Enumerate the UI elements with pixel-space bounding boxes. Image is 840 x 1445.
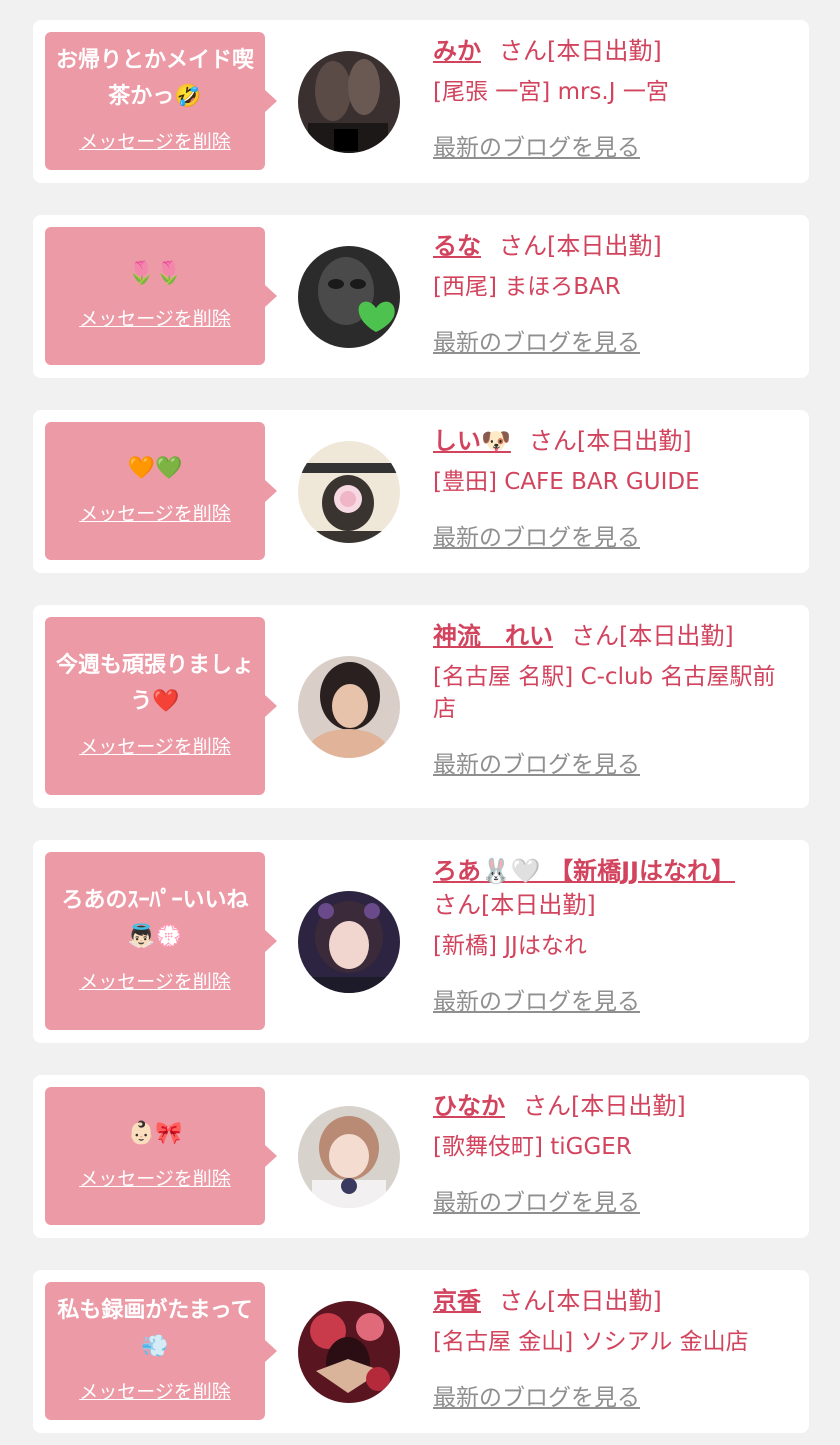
list-item: ろあのｽｰﾊﾟｰいいね👼🏻💮 メッセージを削除 ろあ🐰🤍 【新橋JJはなれ】 さん…	[33, 840, 809, 1043]
attendance-status: さん[本日出勤]	[528, 427, 692, 455]
attendance-status: さん[本日出勤]	[433, 891, 596, 919]
entry-info: 京香 さん[本日出勤] [名古屋 金山] ソシアル 金山店 最新のブログを見る	[433, 1284, 793, 1412]
delete-message-link[interactable]: メッセージを削除	[79, 304, 231, 331]
message-bubble: ろあのｽｰﾊﾟｰいいね👼🏻💮 メッセージを削除	[45, 852, 277, 1030]
list-item: 🌷🌷 メッセージを削除 るな さん[本日出勤] [西尾] まほろBAR 最新のブロ…	[33, 215, 809, 378]
cast-name-link[interactable]: 神流 れい	[433, 622, 553, 650]
message-text: 今週も頑張りましょう❤️	[55, 652, 254, 714]
message-bubble: 今週も頑張りましょう❤️ メッセージを削除	[45, 617, 277, 795]
name-line: ろあ🐰🤍 【新橋JJはなれ】 さん[本日出勤]	[433, 854, 793, 922]
entry-info: しい🐶 さん[本日出勤] [豊田] CAFE BAR GUIDE 最新のブログを見…	[433, 424, 793, 552]
list-item: 👶🏻🎀 メッセージを削除 ひなか さん[本日出勤] [歌舞伎町] tiGGER 最…	[33, 1075, 809, 1238]
message-bubble: 🧡💚 メッセージを削除	[45, 422, 277, 560]
cast-name-link[interactable]: ろあ🐰🤍 【新橋JJはなれ】	[433, 857, 735, 885]
avatar[interactable]	[298, 441, 400, 543]
latest-blog-link[interactable]: 最新のブログを見る	[433, 1183, 640, 1217]
entry-info: ろあ🐰🤍 【新橋JJはなれ】 さん[本日出勤] [新橋] JJはなれ 最新のブログ…	[433, 854, 793, 1016]
latest-blog-link[interactable]: 最新のブログを見る	[433, 745, 640, 779]
avatar-photo-icon	[298, 246, 400, 348]
avatar[interactable]	[298, 246, 400, 348]
latest-blog-link[interactable]: 最新のブログを見る	[433, 1378, 640, 1412]
shop-location: [尾張 一宮] mrs.J 一宮	[433, 79, 669, 105]
avatar-photo-icon	[298, 441, 400, 543]
name-line: みか さん[本日出勤]	[433, 34, 793, 68]
entry-info: 神流 れい さん[本日出勤] [名古屋 名駅] C-club 名古屋駅前店 最新の…	[433, 619, 793, 779]
cast-name-link[interactable]: 京香	[433, 1287, 481, 1315]
avatar-photo-icon	[298, 51, 400, 153]
message-text: 👶🏻🎀	[127, 1120, 183, 1146]
name-line: 神流 れい さん[本日出勤]	[433, 619, 793, 653]
latest-blog-link[interactable]: 最新のブログを見る	[433, 982, 640, 1016]
avatar[interactable]	[298, 51, 400, 153]
delete-message-link[interactable]: メッセージを削除	[79, 732, 231, 759]
message-bubble: 🌷🌷 メッセージを削除	[45, 227, 277, 365]
message-text: ろあのｽｰﾊﾟｰいいね👼🏻💮	[61, 887, 249, 949]
shop-location: [名古屋 名駅] C-club 名古屋駅前店	[433, 664, 776, 722]
name-line: ひなか さん[本日出勤]	[433, 1089, 793, 1123]
delete-message-link[interactable]: メッセージを削除	[79, 1377, 231, 1404]
message-text: お帰りとかメイド喫茶かっ🤣	[55, 47, 254, 109]
avatar[interactable]	[298, 1106, 400, 1208]
message-text: 🌷🌷	[127, 260, 183, 286]
cast-name-link[interactable]: しい🐶	[433, 427, 511, 455]
shop-location: [西尾] まほろBAR	[433, 274, 621, 300]
message-text: 🧡💚	[127, 455, 183, 481]
entry-info: るな さん[本日出勤] [西尾] まほろBAR 最新のブログを見る	[433, 229, 793, 357]
cast-name-link[interactable]: ひなか	[433, 1092, 505, 1120]
avatar-photo-icon	[298, 1301, 400, 1403]
attendance-status: さん[本日出勤]	[499, 232, 662, 260]
attendance-status: さん[本日出勤]	[523, 1092, 686, 1120]
avatar-photo-icon	[298, 891, 400, 993]
latest-blog-link[interactable]: 最新のブログを見る	[433, 518, 640, 552]
cast-name-link[interactable]: みか	[433, 37, 481, 65]
shop-location: [豊田] CAFE BAR GUIDE	[433, 469, 700, 495]
attendance-status: さん[本日出勤]	[499, 1287, 662, 1315]
list-item: 今週も頑張りましょう❤️ メッセージを削除 神流 れい さん[本日出勤] [名古屋…	[33, 605, 809, 808]
list-item: 🧡💚 メッセージを削除 しい🐶 さん[本日出勤] [豊田] CAFE BAR GU…	[33, 410, 809, 573]
shop-location: [新橋] JJはなれ	[433, 933, 587, 959]
entry-info: みか さん[本日出勤] [尾張 一宮] mrs.J 一宮 最新のブログを見る	[433, 34, 793, 162]
message-text: 私も録画がたまって💨	[57, 1297, 253, 1359]
entry-info: ひなか さん[本日出勤] [歌舞伎町] tiGGER 最新のブログを見る	[433, 1089, 793, 1217]
name-line: 京香 さん[本日出勤]	[433, 1284, 793, 1318]
message-list: お帰りとかメイド喫茶かっ🤣 メッセージを削除 みか さん[本日出勤] [尾張 一宮…	[0, 0, 840, 1445]
message-bubble: お帰りとかメイド喫茶かっ🤣 メッセージを削除	[45, 32, 277, 170]
cast-name-link[interactable]: るな	[433, 232, 481, 260]
message-bubble: 私も録画がたまって💨 メッセージを削除	[45, 1282, 277, 1420]
shop-location: [名古屋 金山] ソシアル 金山店	[433, 1329, 749, 1355]
attendance-status: さん[本日出勤]	[571, 622, 734, 650]
delete-message-link[interactable]: メッセージを削除	[79, 967, 231, 994]
delete-message-link[interactable]: メッセージを削除	[79, 499, 231, 526]
delete-message-link[interactable]: メッセージを削除	[79, 1164, 231, 1191]
avatar-photo-icon	[298, 656, 400, 758]
attendance-status: さん[本日出勤]	[499, 37, 662, 65]
name-line: しい🐶 さん[本日出勤]	[433, 424, 793, 458]
latest-blog-link[interactable]: 最新のブログを見る	[433, 323, 640, 357]
avatar[interactable]	[298, 1301, 400, 1403]
delete-message-link[interactable]: メッセージを削除	[79, 127, 231, 154]
name-line: るな さん[本日出勤]	[433, 229, 793, 263]
avatar-photo-icon	[298, 1106, 400, 1208]
message-bubble: 👶🏻🎀 メッセージを削除	[45, 1087, 277, 1225]
list-item: 私も録画がたまって💨 メッセージを削除 京香 さん[本日出勤] [名古屋 金山] …	[33, 1270, 809, 1433]
avatar[interactable]	[298, 656, 400, 758]
latest-blog-link[interactable]: 最新のブログを見る	[433, 128, 640, 162]
list-item: お帰りとかメイド喫茶かっ🤣 メッセージを削除 みか さん[本日出勤] [尾張 一宮…	[33, 20, 809, 183]
shop-location: [歌舞伎町] tiGGER	[433, 1134, 632, 1160]
avatar[interactable]	[298, 891, 400, 993]
